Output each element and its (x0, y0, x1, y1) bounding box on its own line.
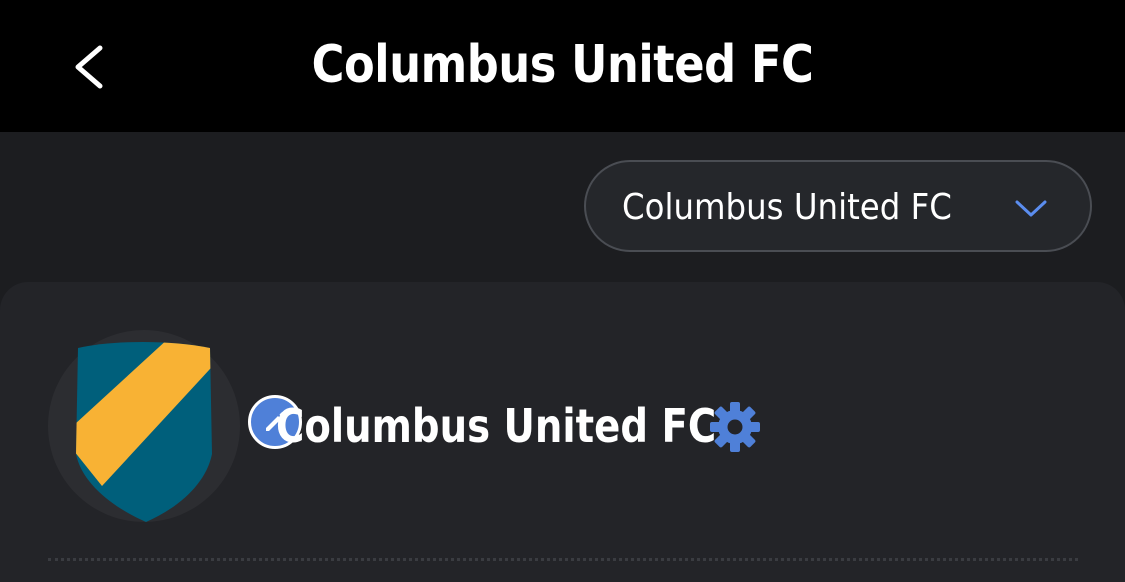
shield-crest-icon (76, 342, 212, 522)
team-avatar[interactable] (48, 330, 302, 522)
section-divider (48, 558, 1078, 561)
page-title: Columbus United FC (311, 35, 814, 95)
app-header: Columbus United FC (0, 0, 1125, 132)
team-settings-button[interactable] (708, 400, 762, 454)
team-card: Columbus United FC (0, 282, 1125, 582)
team-selector-value: Columbus United FC (622, 187, 952, 228)
team-selector-dropdown[interactable]: Columbus United FC (584, 160, 1092, 252)
team-name: Columbus United FC (276, 399, 717, 453)
chevron-down-icon (1015, 200, 1047, 217)
gear-icon (710, 402, 760, 452)
